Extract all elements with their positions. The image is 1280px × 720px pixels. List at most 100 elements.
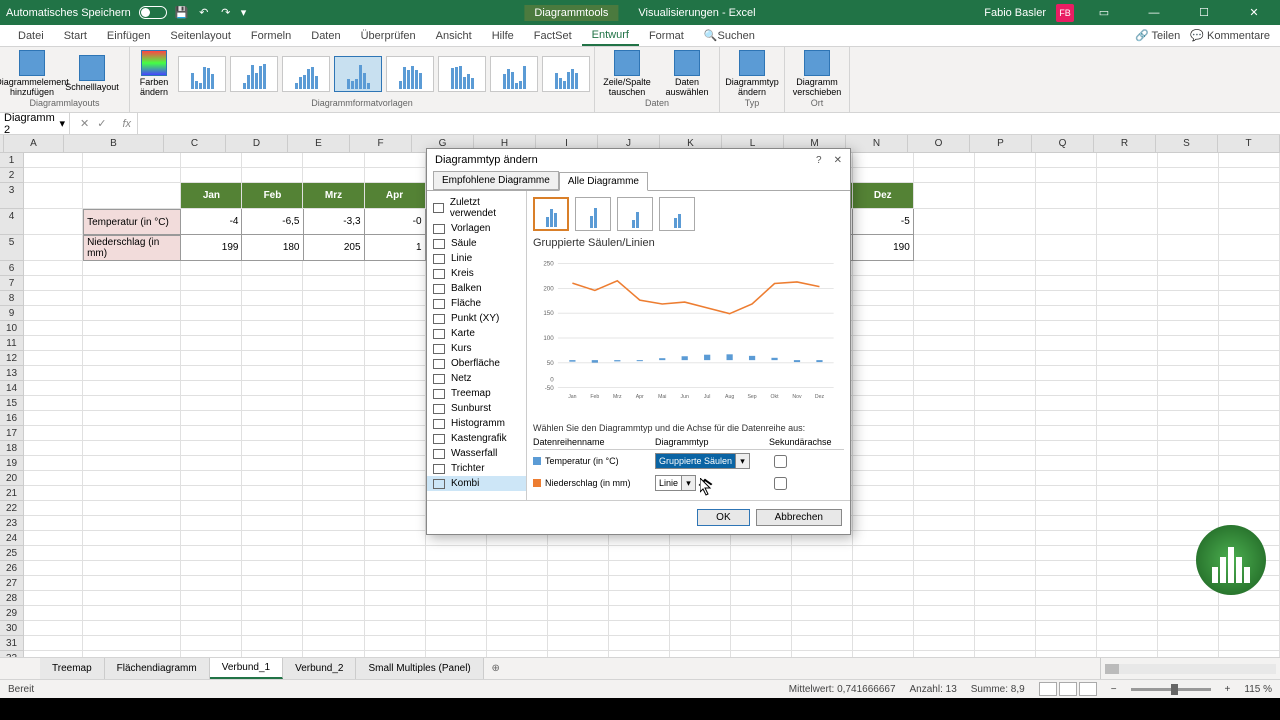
undo-icon[interactable]: ↶ <box>197 6 211 20</box>
cell[interactable] <box>365 411 426 426</box>
chart-type-item[interactable]: Kreis <box>427 266 526 281</box>
cell[interactable] <box>24 321 83 336</box>
cell[interactable] <box>975 501 1036 516</box>
cell[interactable] <box>1158 441 1219 456</box>
cell[interactable] <box>1036 396 1097 411</box>
chart-type-item[interactable]: Säule <box>427 236 526 251</box>
cell[interactable] <box>24 426 83 441</box>
cell[interactable] <box>1097 606 1158 621</box>
cell[interactable] <box>242 306 303 321</box>
cell[interactable] <box>242 651 303 657</box>
cell[interactable] <box>1036 441 1097 456</box>
cell[interactable] <box>24 183 83 209</box>
cell[interactable] <box>181 336 242 351</box>
row-header[interactable]: 3 <box>0 183 24 209</box>
cell[interactable] <box>303 351 364 366</box>
cell[interactable] <box>914 366 975 381</box>
cell[interactable] <box>1097 276 1158 291</box>
cell[interactable] <box>853 291 914 306</box>
cell[interactable] <box>792 651 853 657</box>
cell[interactable] <box>83 153 181 168</box>
cell[interactable] <box>365 591 426 606</box>
cell[interactable] <box>1158 621 1219 636</box>
column-header[interactable]: C <box>164 135 226 153</box>
cell[interactable]: 190 <box>853 235 914 261</box>
cell[interactable] <box>853 516 914 531</box>
cell[interactable] <box>1097 396 1158 411</box>
cell[interactable] <box>1158 183 1219 209</box>
column-header[interactable]: O <box>908 135 970 153</box>
cell[interactable] <box>83 396 181 411</box>
cell[interactable] <box>609 591 670 606</box>
row-header[interactable]: 14 <box>0 381 24 396</box>
cell[interactable] <box>853 636 914 651</box>
cell[interactable] <box>914 591 975 606</box>
row-header[interactable]: 22 <box>0 501 24 516</box>
cell[interactable] <box>1158 209 1219 235</box>
cell[interactable] <box>181 291 242 306</box>
cell[interactable] <box>1219 209 1280 235</box>
cell[interactable] <box>1097 306 1158 321</box>
cell[interactable] <box>303 336 364 351</box>
cell[interactable] <box>975 471 1036 486</box>
zoom-in-icon[interactable]: + <box>1225 684 1231 695</box>
cell[interactable] <box>1158 153 1219 168</box>
cell[interactable] <box>1219 183 1280 209</box>
search-box[interactable]: 🔍 Suchen <box>694 25 765 46</box>
series1-type-combo[interactable]: Gruppierte Säulen <box>655 453 736 469</box>
series2-secondary-axis-checkbox[interactable] <box>774 477 787 490</box>
cell[interactable] <box>1097 456 1158 471</box>
cell[interactable] <box>181 381 242 396</box>
column-header[interactable]: E <box>288 135 350 153</box>
cell[interactable] <box>303 606 364 621</box>
fx-icon[interactable]: fx <box>116 118 137 130</box>
cell[interactable] <box>365 531 426 546</box>
cell[interactable] <box>731 636 792 651</box>
cell[interactable]: -4 <box>181 209 242 235</box>
cell[interactable] <box>24 396 83 411</box>
cell[interactable] <box>1097 621 1158 636</box>
series1-secondary-axis-checkbox[interactable] <box>774 455 787 468</box>
cell[interactable] <box>487 561 548 576</box>
subtype-custom[interactable] <box>659 197 695 231</box>
cell[interactable]: -0 <box>365 209 426 235</box>
cell[interactable] <box>181 606 242 621</box>
column-header[interactable]: P <box>970 135 1032 153</box>
dialog-tab-recommended[interactable]: Empfohlene Diagramme <box>433 171 559 190</box>
cell[interactable] <box>914 441 975 456</box>
cell[interactable] <box>914 381 975 396</box>
cell[interactable] <box>975 606 1036 621</box>
cell[interactable] <box>365 396 426 411</box>
add-chart-element-button[interactable]: Diagrammelement hinzufügen <box>4 50 60 98</box>
cell[interactable] <box>242 321 303 336</box>
cell[interactable] <box>853 531 914 546</box>
sheet-tab[interactable]: Verbund_2 <box>283 658 356 679</box>
subtype-stacked-area-col[interactable] <box>617 197 653 231</box>
cell[interactable] <box>1097 381 1158 396</box>
cell[interactable] <box>914 621 975 636</box>
cell[interactable] <box>181 561 242 576</box>
cell[interactable] <box>914 501 975 516</box>
cell[interactable] <box>365 636 426 651</box>
cell[interactable] <box>303 261 364 276</box>
chart-style-gallery[interactable] <box>178 56 590 92</box>
cell[interactable] <box>24 546 83 561</box>
cell[interactable] <box>24 621 83 636</box>
cell[interactable] <box>975 381 1036 396</box>
cell[interactable] <box>1158 606 1219 621</box>
cell[interactable] <box>426 546 487 561</box>
cell[interactable] <box>365 471 426 486</box>
cell[interactable] <box>303 651 364 657</box>
move-chart-button[interactable]: Diagramm verschieben <box>789 50 845 98</box>
share-button[interactable]: 🔗 Teilen <box>1135 29 1180 42</box>
cell[interactable] <box>303 501 364 516</box>
cell[interactable] <box>731 606 792 621</box>
cell[interactable] <box>1097 411 1158 426</box>
cell[interactable] <box>1036 336 1097 351</box>
cell[interactable] <box>1158 381 1219 396</box>
cell[interactable] <box>242 516 303 531</box>
cell[interactable] <box>853 441 914 456</box>
cell[interactable] <box>242 411 303 426</box>
row-header[interactable]: 7 <box>0 276 24 291</box>
cell[interactable] <box>365 576 426 591</box>
